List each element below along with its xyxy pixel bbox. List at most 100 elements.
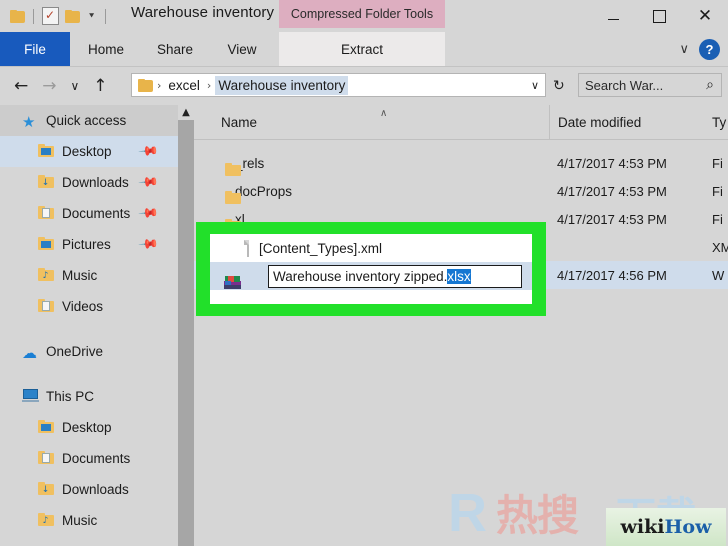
sidebar-item-pc-music[interactable]: ♪ Music (0, 505, 178, 536)
close-button[interactable]: ✕ (682, 0, 728, 32)
file-type-cell: XM (712, 239, 728, 255)
nav-scroll-up-button[interactable]: ▲ (178, 105, 194, 120)
file-type-cell: Fi (712, 155, 723, 171)
nav-scrollbar[interactable] (178, 120, 194, 546)
recent-locations-icon[interactable]: ∨ (71, 77, 80, 95)
tab-home[interactable]: Home (70, 32, 142, 66)
folder-music-icon: ♪ (42, 271, 49, 281)
back-icon[interactable]: ← (14, 77, 28, 95)
navigation-buttons: ← → ∨ ↑ (14, 67, 108, 104)
sidebar-label-pc-documents: Documents (62, 451, 131, 466)
pin-icon[interactable]: 📌 (137, 203, 159, 225)
search-input-text: Search War... (585, 77, 664, 93)
search-input[interactable]: Search War... ⌕ (578, 73, 722, 97)
file-type-cell: Fi (712, 211, 723, 227)
breadcrumb-separator: › (157, 78, 162, 92)
table-row[interactable]: _rels 4/17/2017 4:53 PM Fi (194, 149, 728, 177)
list-item-renaming[interactable]: Warehouse inventory zipped. xlsx (210, 262, 532, 290)
folder-documents-icon (38, 451, 55, 466)
xml-file-name-text: [Content_Types].xml (259, 240, 383, 256)
new-folder-icon[interactable] (65, 9, 80, 23)
tab-view[interactable]: View (208, 32, 276, 66)
cloud-icon: ☁ (22, 344, 37, 362)
file-date-cell: 4/17/2017 4:53 PM (557, 183, 667, 199)
sidebar-group-this-pc[interactable]: This PC (0, 381, 178, 412)
minimize-button[interactable] (590, 0, 636, 32)
ribbon-tab-strip: File Home Share View Extract ∨ ? (0, 32, 728, 67)
minimize-icon (607, 19, 619, 20)
list-item[interactable]: [Content_Types].xml (210, 234, 532, 262)
table-row[interactable]: docProps 4/17/2017 4:53 PM Fi (194, 177, 728, 205)
checkmark-glyph: ✓ (45, 8, 56, 22)
properties-icon[interactable]: ✓ (42, 7, 59, 25)
close-icon: ✕ (697, 5, 713, 26)
rename-base-text: Warehouse inventory zipped. (273, 269, 448, 284)
sidebar-label-documents: Documents (62, 206, 131, 221)
customize-caret-icon[interactable]: ⯆ (86, 11, 97, 21)
tab-extract[interactable]: Extract (279, 32, 445, 66)
sidebar-label-this-pc: This PC (46, 389, 95, 404)
folder-downloads-icon: ↓ (41, 178, 50, 188)
sidebar-item-downloads[interactable]: ↓ Downloads 📌 (0, 167, 178, 198)
file-type-cell: W (712, 267, 725, 283)
sidebar-item-pc-documents[interactable]: Documents (0, 443, 178, 474)
sidebar-label-onedrive: OneDrive (46, 344, 104, 359)
folder-icon[interactable] (10, 9, 25, 23)
column-header-date-modified[interactable]: Date modified (549, 105, 641, 139)
folder-desktop-icon (38, 420, 55, 435)
help-icon[interactable]: ? (699, 38, 720, 60)
sidebar-item-pc-desktop[interactable]: Desktop (0, 412, 178, 443)
sidebar-label-music: Music (62, 268, 98, 283)
this-pc-icon (22, 389, 39, 404)
folder-pictures-icon (38, 237, 55, 252)
breadcrumb-item-current[interactable]: Warehouse inventory (215, 75, 349, 95)
sidebar-item-desktop[interactable]: Desktop 📌 (0, 136, 178, 167)
sidebar-label-videos: Videos (62, 299, 104, 314)
pin-icon[interactable]: 📌 (137, 234, 159, 256)
navigation-pane: ★ Quick access Desktop 📌 ↓ Downloads 📌 D… (0, 105, 178, 546)
sidebar-item-documents[interactable]: Documents 📌 (0, 198, 178, 229)
refresh-icon[interactable]: ↻ (553, 78, 565, 94)
folder-desktop-icon (38, 144, 55, 159)
breadcrumb-dropdown-icon[interactable]: ∨ (531, 79, 539, 92)
folder-downloads-icon: ↓ (41, 485, 50, 495)
sort-ascending-icon: ∧ (380, 108, 388, 119)
folder-videos-icon (38, 299, 55, 314)
chevron-down-icon[interactable]: ∨ (679, 42, 689, 57)
sidebar-label-downloads: Downloads (62, 175, 129, 190)
column-header-type[interactable]: Ty (712, 105, 726, 139)
sidebar-item-pictures[interactable]: Pictures 📌 (0, 229, 178, 260)
title-bar: ✓ ⯆ Warehouse inventory Compressed Folde… (0, 0, 728, 32)
sidebar-label-pc-downloads: Downloads (62, 482, 129, 497)
search-icon: ⌕ (706, 77, 714, 93)
address-bar: ← → ∨ ↑ › excel › Warehouse inventory ∨ … (0, 67, 728, 104)
sidebar-group-onedrive[interactable]: ☁ OneDrive (0, 336, 178, 367)
breadcrumb-separator-2: › (206, 78, 212, 92)
contextual-tab-header: Compressed Folder Tools (279, 0, 445, 28)
tab-file[interactable]: File (0, 32, 70, 66)
sidebar-group-quick-access[interactable]: ★ Quick access (0, 105, 178, 136)
sidebar-label-quick-access: Quick access (46, 113, 127, 128)
folder-documents-icon (38, 206, 55, 221)
maximize-button[interactable] (636, 0, 682, 32)
column-header-name[interactable]: Name (221, 105, 257, 139)
breadcrumb[interactable]: › excel › Warehouse inventory (131, 73, 546, 97)
qat-divider-2 (105, 8, 107, 24)
file-explorer-window: ✓ ⯆ Warehouse inventory Compressed Folde… (0, 0, 728, 546)
sidebar-item-pc-downloads[interactable]: ↓ Downloads (0, 474, 178, 505)
highlight-callout: [Content_Types].xml Warehouse inventory … (196, 222, 546, 316)
forward-icon: → (42, 75, 57, 96)
xml-file-name-cell: [Content_Types].xml (247, 239, 383, 257)
pin-icon[interactable]: 📌 (137, 141, 159, 163)
file-date-cell: 4/17/2017 4:53 PM (557, 155, 667, 171)
tab-share[interactable]: Share (142, 32, 208, 66)
sidebar-item-videos[interactable]: Videos (0, 291, 178, 322)
breadcrumb-item-excel[interactable]: excel (165, 76, 203, 95)
xml-file-icon (247, 239, 249, 257)
up-icon[interactable]: ↑ (93, 77, 107, 95)
pin-icon[interactable]: 📌 (137, 172, 159, 194)
rename-input[interactable]: Warehouse inventory zipped. xlsx (268, 265, 522, 288)
sidebar-item-music[interactable]: ♪ Music (0, 260, 178, 291)
ribbon-right-controls: ∨ ? (679, 32, 720, 66)
